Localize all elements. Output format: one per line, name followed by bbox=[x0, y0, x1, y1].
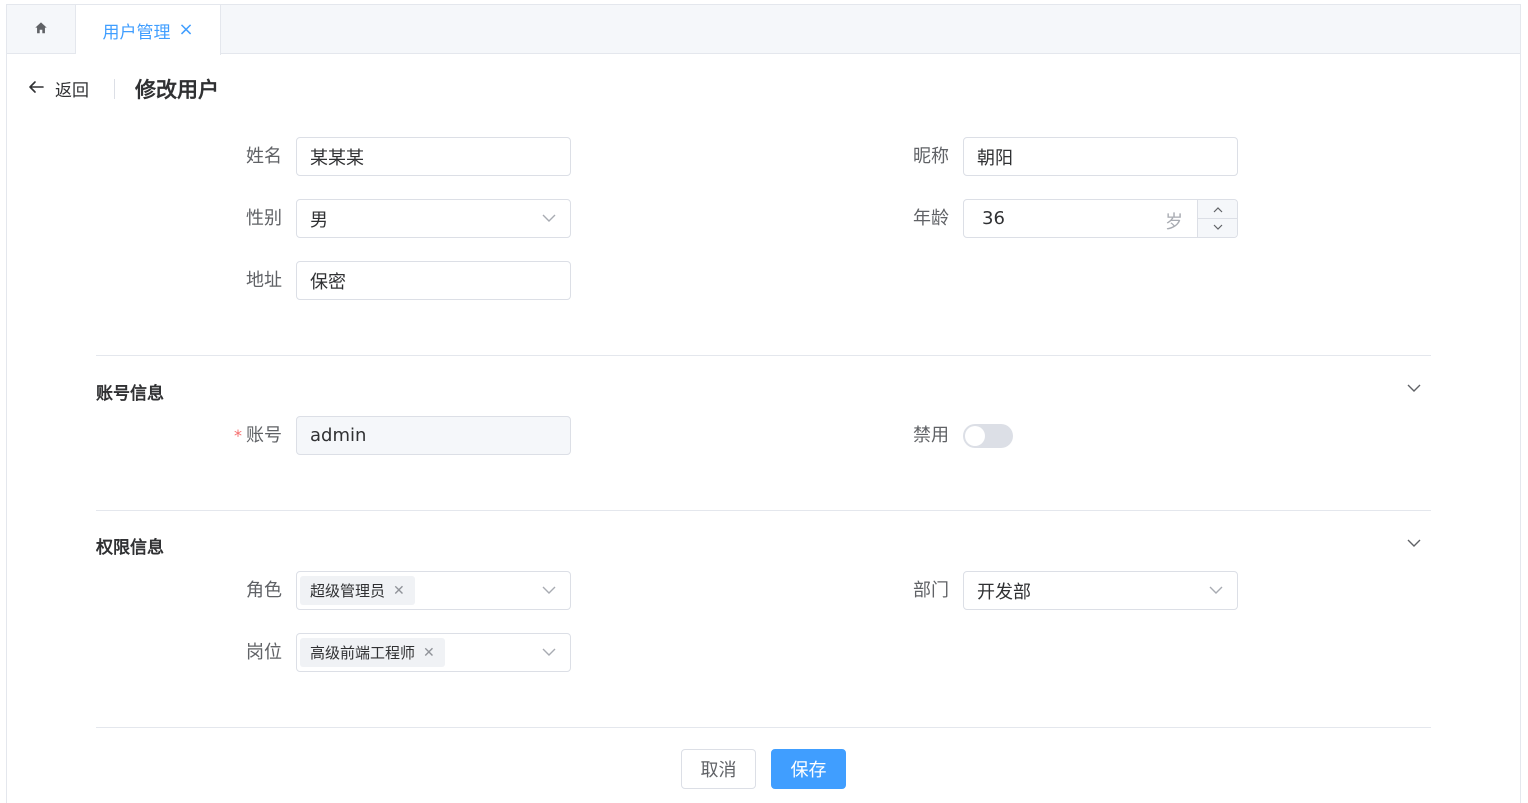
gender-select[interactable]: 男 bbox=[296, 199, 571, 238]
role-label: 角色 bbox=[246, 580, 282, 601]
app-frame: 用户管理 × 返回 修改用户 姓名 某某某 昵称 朝阳 性别 男 年龄 36 岁… bbox=[6, 4, 1521, 803]
address-label: 地址 bbox=[246, 270, 282, 291]
close-icon[interactable]: ✕ bbox=[393, 583, 405, 599]
disabled-toggle[interactable] bbox=[963, 424, 1013, 448]
gender-value: 男 bbox=[310, 209, 328, 231]
position-label: 岗位 bbox=[246, 642, 282, 663]
section-divider bbox=[96, 355, 1431, 356]
page-title: 修改用户 bbox=[135, 78, 219, 102]
footer-divider bbox=[96, 727, 1431, 728]
permission-section-title: 权限信息 bbox=[96, 538, 164, 558]
address-input[interactable]: 保密 bbox=[296, 261, 571, 300]
position-select[interactable]: 高级前端工程师 ✕ bbox=[296, 633, 571, 672]
account-input[interactable]: admin bbox=[296, 416, 571, 455]
department-label: 部门 bbox=[913, 580, 949, 601]
chevron-down-icon bbox=[542, 648, 556, 656]
role-tag: 超级管理员 ✕ bbox=[300, 576, 415, 605]
save-button[interactable]: 保存 bbox=[771, 749, 846, 789]
tab-label: 用户管理 bbox=[102, 22, 171, 43]
name-value: 某某某 bbox=[310, 147, 364, 169]
age-unit: 岁 bbox=[1165, 212, 1183, 233]
header-divider bbox=[114, 79, 115, 99]
account-label-text: 账号 bbox=[246, 425, 282, 446]
role-select[interactable]: 超级管理员 ✕ bbox=[296, 571, 571, 610]
decrease-button[interactable] bbox=[1198, 218, 1237, 236]
close-icon[interactable]: ✕ bbox=[423, 645, 435, 661]
arrow-left-icon bbox=[27, 78, 45, 100]
department-value: 开发部 bbox=[977, 581, 1031, 603]
user-form: 姓名 某某某 昵称 朝阳 性别 男 年龄 36 岁 地址 保密 账号信息 * 账… bbox=[7, 124, 1520, 803]
chevron-down-icon bbox=[1209, 586, 1223, 594]
nickname-input[interactable]: 朝阳 bbox=[963, 137, 1238, 176]
account-section-title: 账号信息 bbox=[96, 384, 164, 404]
chevron-up-icon bbox=[1213, 206, 1222, 212]
section-divider bbox=[96, 510, 1431, 511]
role-tag-label: 超级管理员 bbox=[310, 582, 386, 600]
back-button[interactable]: 返回 bbox=[27, 76, 89, 101]
nickname-label: 昵称 bbox=[913, 146, 949, 167]
tab-home[interactable] bbox=[7, 5, 76, 54]
increase-button[interactable] bbox=[1198, 200, 1237, 218]
nickname-value: 朝阳 bbox=[977, 147, 1013, 169]
chevron-down-icon bbox=[1213, 224, 1222, 230]
account-label: * 账号 bbox=[202, 417, 282, 455]
position-tag: 高级前端工程师 ✕ bbox=[300, 638, 445, 667]
position-tag-label: 高级前端工程师 bbox=[310, 644, 416, 662]
chevron-down-icon[interactable] bbox=[1406, 535, 1422, 551]
age-stepper bbox=[1197, 200, 1237, 237]
required-mark: * bbox=[234, 426, 242, 445]
name-input[interactable]: 某某某 bbox=[296, 137, 571, 176]
department-select[interactable]: 开发部 bbox=[963, 571, 1238, 610]
tab-user-management[interactable]: 用户管理 × bbox=[76, 5, 221, 55]
page-header: 返回 修改用户 bbox=[7, 54, 1520, 124]
gender-label: 性别 bbox=[246, 208, 282, 229]
close-icon[interactable]: × bbox=[178, 21, 193, 39]
account-value: admin bbox=[310, 425, 367, 446]
tab-bar: 用户管理 × bbox=[7, 5, 1520, 55]
address-value: 保密 bbox=[310, 271, 346, 293]
age-number-input[interactable]: 36 岁 bbox=[963, 199, 1238, 238]
age-value: 36 bbox=[982, 208, 1005, 229]
home-icon bbox=[34, 20, 48, 39]
toggle-knob bbox=[965, 426, 985, 446]
cancel-button[interactable]: 取消 bbox=[681, 749, 756, 789]
chevron-down-icon bbox=[542, 586, 556, 594]
back-label: 返回 bbox=[55, 81, 89, 101]
name-label: 姓名 bbox=[246, 146, 282, 167]
chevron-down-icon[interactable] bbox=[1406, 380, 1422, 396]
chevron-down-icon bbox=[542, 214, 556, 222]
age-label: 年龄 bbox=[913, 208, 949, 229]
disabled-label: 禁用 bbox=[913, 425, 949, 446]
